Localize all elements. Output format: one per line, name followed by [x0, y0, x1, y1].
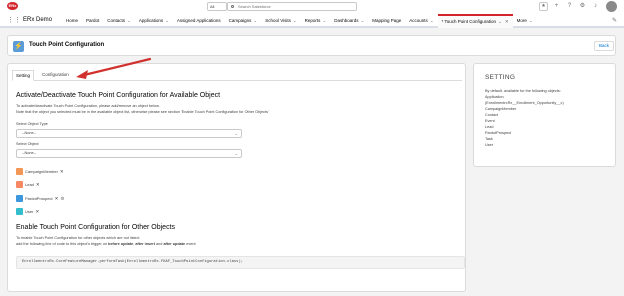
chevron-down-icon[interactable]: ⌄ [322, 18, 326, 23]
side-line: Contact [485, 113, 499, 117]
chevron-down-icon: ⌄ [234, 151, 238, 156]
global-search-input[interactable]: Search Salesforce [227, 2, 357, 11]
side-line: User [485, 143, 494, 147]
pill-label: Lead [25, 182, 34, 187]
page-title: Touch Point Configuration [29, 42, 105, 48]
side-line: Task [485, 137, 493, 141]
setting-side-panel: SETTING By default, available for the fo… [473, 63, 616, 167]
favorites-star-icon[interactable]: ★ [539, 2, 548, 11]
remove-icon[interactable]: ✕ [36, 182, 40, 188]
nav-item[interactable]: Mapping Page [368, 14, 405, 28]
trigger-code-snippet: EnrollmentrxRx.CoreFeatureManager.perfor… [16, 256, 465, 269]
nav-item[interactable]: School Visits ⌄ [261, 14, 300, 28]
search-scope-dropdown[interactable]: All [207, 2, 227, 11]
settings-gear-icon[interactable]: ⚙ [60, 196, 64, 202]
object-value: --None-- [22, 151, 37, 155]
main-card: Setting Configuration Activate/Deactivat… [7, 63, 466, 292]
campaign-member-icon [16, 168, 23, 175]
side-line: By default, available for the following … [485, 89, 561, 93]
side-line: Event [485, 119, 495, 123]
remove-icon[interactable]: ✕ [35, 209, 39, 215]
nav-item[interactable]: Reports ⌄ [301, 14, 331, 28]
chevron-down-icon[interactable]: ⌄ [430, 18, 434, 23]
global-header: ERx All Search Salesforce ★ + ? ⚙ ♪ [0, 0, 624, 14]
nav-item[interactable]: Home [62, 14, 82, 28]
help-icon[interactable]: ? [565, 2, 574, 11]
search-icon [231, 5, 234, 8]
app-nav-bar: ⋮⋮ ERx Demo Home Pardot Contacts ⌄ Applic… [0, 14, 624, 28]
chevron-down-icon[interactable]: ⌄ [498, 19, 502, 24]
other-instruction-1: To enable Touch Point Configuration for … [16, 236, 140, 240]
chevron-down-icon[interactable]: ⌄ [529, 18, 533, 23]
lead-icon [16, 181, 23, 188]
nav-item[interactable]: Assigned Applications [173, 14, 225, 28]
nav-item-more[interactable]: More ⌄ [513, 14, 537, 28]
back-button[interactable]: Back [594, 41, 614, 51]
chevron-down-icon: ⌄ [234, 131, 238, 136]
lightning-icon: ⚡ [13, 41, 24, 52]
nav-item[interactable]: Contacts ⌄ [103, 14, 135, 28]
section-heading-available: Activate/Deactivate Touch Point Configur… [16, 92, 221, 99]
chevron-down-icon[interactable]: ⌄ [127, 18, 131, 23]
header-utility-icons: ★ + ? ⚙ ♪ [539, 2, 600, 11]
object-label: Select Object [16, 142, 39, 146]
nav-item[interactable]: Pardot [82, 14, 103, 28]
object-pill-campaignmember: CampaignMember ✕ [16, 167, 64, 176]
pardot-prospect-icon [16, 195, 23, 202]
object-type-select[interactable]: --None-- ⌄ [16, 129, 242, 138]
side-line: Application [485, 95, 504, 99]
pill-label: CampaignMember [25, 169, 58, 174]
notifications-bell-icon[interactable]: ♪ [591, 2, 600, 11]
nav-item-active-tab[interactable]: * Touch Point Configuration ⌄ ✕ [437, 14, 513, 28]
app-name: ERx Demo [23, 17, 53, 23]
pill-label: PardotProspect [25, 196, 53, 201]
app-logo: ERx [7, 2, 18, 10]
nav-items: Home Pardot Contacts ⌄ Applications ⌄ Assi… [62, 14, 537, 28]
chevron-down-icon[interactable]: ⌄ [253, 18, 257, 23]
chevron-down-icon[interactable]: ⌄ [165, 18, 169, 23]
search-placeholder: Search Salesforce [238, 4, 271, 9]
setup-gear-icon[interactable]: ⚙ [578, 2, 587, 11]
user-icon [16, 208, 23, 215]
side-line: (EnrollmentrxRx__Enrollment_Opportunity_… [485, 101, 564, 105]
side-line: Lead [485, 125, 494, 129]
chevron-down-icon[interactable]: ⌄ [293, 18, 297, 23]
nav-item[interactable]: Dashboards ⌄ [330, 14, 368, 28]
available-instruction-2: Note that the object you selected must b… [16, 110, 269, 114]
object-type-value: --None-- [22, 131, 37, 135]
object-type-label: Select Object Type [16, 122, 48, 126]
tab-bar: Setting Configuration [12, 70, 462, 81]
other-instruction-2: add the following line of code to this o… [16, 242, 196, 246]
tab-configuration[interactable]: Configuration [40, 70, 71, 80]
close-tab-icon[interactable]: ✕ [505, 19, 509, 24]
edit-nav-pencil-icon[interactable]: ✎ [612, 17, 617, 24]
remove-icon[interactable]: ✕ [60, 169, 64, 175]
tab-setting[interactable]: Setting [12, 70, 35, 81]
remove-icon[interactable]: ✕ [55, 196, 59, 202]
object-pill-pardotprospect: PardotProspect ✕ ⚙ [16, 194, 64, 203]
app-launcher-icon[interactable]: ⋮⋮ [7, 17, 21, 24]
object-pill-lead: Lead ✕ [16, 180, 40, 189]
nav-item[interactable]: Applications ⌄ [135, 14, 173, 28]
user-avatar[interactable] [606, 1, 617, 12]
side-line: PardotProspect [485, 131, 512, 135]
side-line: CampaignMember [485, 107, 517, 111]
side-panel-title: SETTING [485, 74, 516, 81]
object-select[interactable]: --None-- ⌄ [16, 149, 242, 158]
nav-item[interactable]: Campaigns ⌄ [225, 14, 262, 28]
section-heading-other: Enable Touch Point Configuration for Oth… [16, 224, 176, 231]
nav-item[interactable]: Accounts ⌄ [405, 14, 437, 28]
page-header: ⚡ Touch Point Configuration Back [7, 35, 616, 56]
available-instruction-1: To activate/deactivate Touch Point Confi… [16, 104, 160, 108]
add-icon[interactable]: + [552, 2, 561, 11]
chevron-down-icon[interactable]: ⌄ [360, 18, 364, 23]
object-pill-user: User ✕ [16, 207, 39, 216]
pill-label: User [25, 209, 34, 214]
